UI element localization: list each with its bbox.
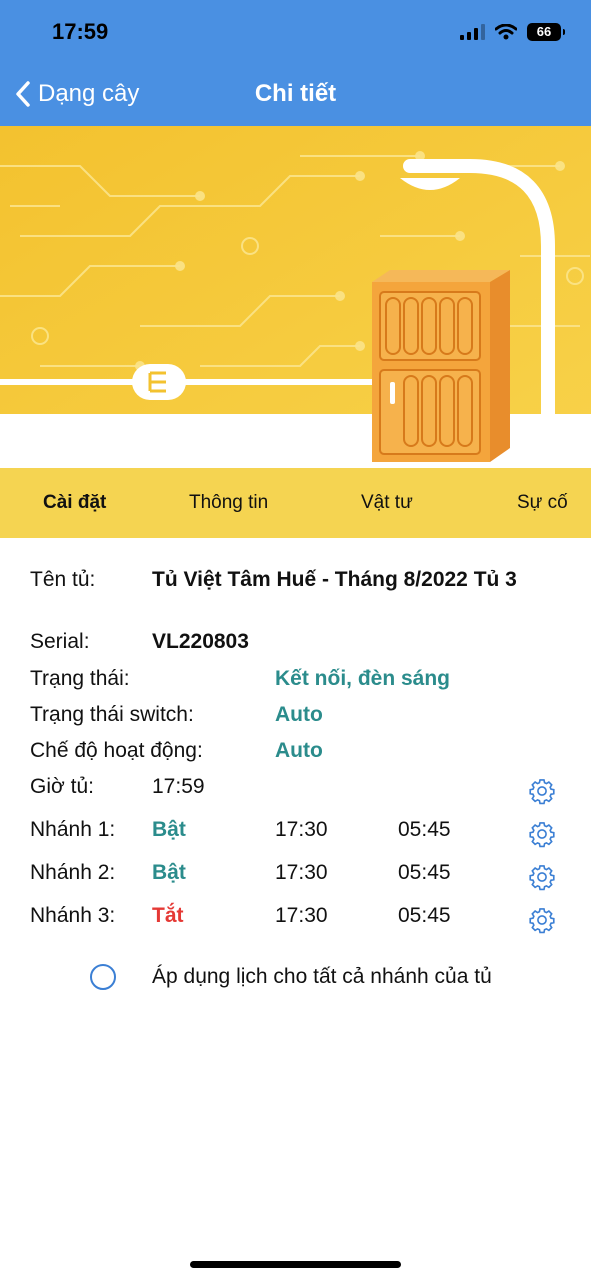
plug-icon — [132, 364, 186, 400]
branch-1-off-time: 05:45 — [398, 818, 451, 841]
signal-icon — [460, 24, 485, 40]
status-label: Trạng thái: — [30, 667, 130, 690]
gear-icon[interactable] — [528, 820, 556, 848]
tab-bar: Cài đặt Thông tin Vật tư Sự cố — [0, 468, 591, 538]
battery-icon: 66 — [527, 23, 565, 41]
status-value: Kết nối, đèn sáng — [275, 667, 451, 690]
serial-value: VL220803 — [152, 630, 249, 653]
apply-all-radio[interactable] — [90, 964, 116, 990]
clock-label: Giờ tủ: — [30, 775, 94, 798]
mode-label: Chế độ hoạt động: — [30, 739, 203, 762]
clock-value: 17:59 — [152, 775, 205, 798]
branch-2-label: Nhánh 2: — [30, 861, 116, 884]
tab-incidents[interactable]: Sự cố — [517, 492, 568, 514]
gear-icon[interactable] — [528, 863, 556, 891]
branch-2-on-time: 17:30 — [275, 861, 328, 884]
tab-supplies[interactable]: Vật tư — [361, 492, 413, 514]
switch-status-value: Auto — [275, 703, 323, 726]
wifi-icon — [495, 24, 517, 40]
nav-bar: Dạng cây Chi tiết — [0, 62, 591, 126]
tab-info[interactable]: Thông tin — [189, 492, 268, 514]
back-chevron-icon — [16, 81, 30, 107]
branch-2-off-time: 05:45 — [398, 861, 451, 884]
status-bar: 17:59 66 — [0, 0, 591, 62]
switch-status-label: Trạng thái switch: — [30, 703, 194, 726]
apply-all-label[interactable]: Áp dụng lịch cho tất cả nhánh của tủ — [152, 965, 492, 989]
serial-label: Serial: — [30, 630, 90, 653]
name-label: Tên tủ: — [30, 568, 96, 591]
branch-3-on-time: 17:30 — [275, 904, 328, 927]
home-indicator — [190, 1261, 401, 1268]
branch-1-on-time: 17:30 — [275, 818, 328, 841]
back-button[interactable]: Dạng cây — [14, 76, 139, 112]
back-label: Dạng cây — [38, 80, 140, 107]
branch-1-label: Nhánh 1: — [30, 818, 116, 841]
gear-icon[interactable] — [528, 906, 556, 934]
status-icons: 66 — [460, 20, 565, 44]
branch-2-state: Bật — [152, 861, 186, 884]
mode-value: Auto — [275, 739, 323, 762]
cabinet-name: Tủ Việt Tâm Huế - Tháng 8/2022 Tủ 3 — [152, 568, 517, 591]
branch-3-off-time: 05:45 — [398, 904, 451, 927]
branch-3-label: Nhánh 3: — [30, 904, 116, 927]
status-time: 17:59 — [52, 19, 109, 44]
gear-icon[interactable] — [528, 777, 556, 805]
branch-1-state: Bật — [152, 818, 186, 841]
electrical-cabinet-icon — [372, 270, 510, 462]
branch-3-state: Tắt — [152, 904, 184, 927]
tab-settings[interactable]: Cài đặt — [43, 492, 106, 514]
banner-illustration — [0, 126, 591, 468]
